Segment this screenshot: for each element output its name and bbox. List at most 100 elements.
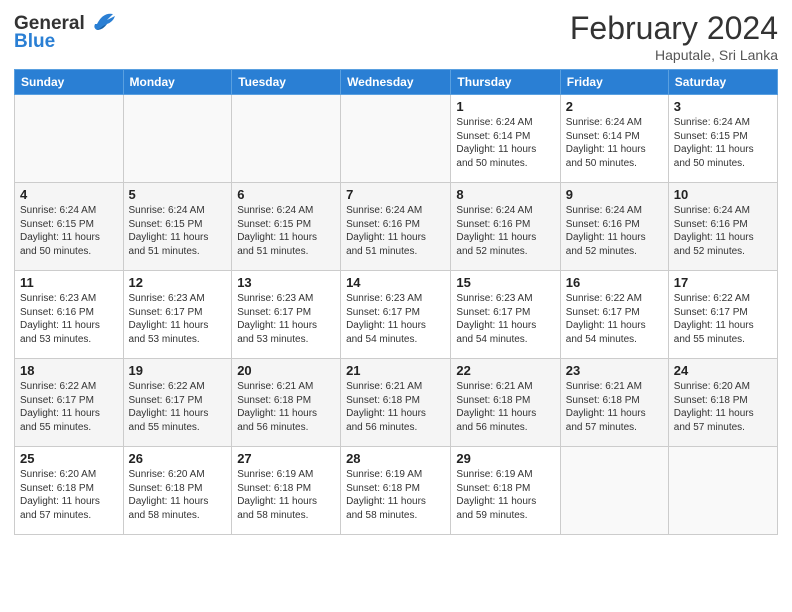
day-number: 16 xyxy=(566,275,663,290)
day-number: 24 xyxy=(674,363,772,378)
day-info: Sunrise: 6:22 AM Sunset: 6:17 PM Dayligh… xyxy=(566,292,663,346)
calendar-cell: 26 Sunrise: 6:20 AM Sunset: 6:18 PM Dayli… xyxy=(123,447,232,535)
calendar-week-row: 25 Sunrise: 6:20 AM Sunset: 6:18 PM Dayli… xyxy=(15,447,778,535)
day-number: 20 xyxy=(237,363,335,378)
column-header-friday: Friday xyxy=(560,70,668,95)
day-number: 12 xyxy=(129,275,227,290)
day-info: Sunrise: 6:23 AM Sunset: 6:17 PM Dayligh… xyxy=(346,292,445,346)
calendar-cell xyxy=(341,95,451,183)
day-info: Sunrise: 6:23 AM Sunset: 6:17 PM Dayligh… xyxy=(129,292,227,346)
page: General Blue February 2024 Haputale, Sri… xyxy=(0,0,792,612)
column-header-thursday: Thursday xyxy=(451,70,560,95)
day-info: Sunrise: 6:24 AM Sunset: 6:16 PM Dayligh… xyxy=(456,204,554,258)
day-number: 5 xyxy=(129,187,227,202)
calendar-cell: 5 Sunrise: 6:24 AM Sunset: 6:15 PM Daylig… xyxy=(123,183,232,271)
calendar-cell: 18 Sunrise: 6:22 AM Sunset: 6:17 PM Dayli… xyxy=(15,359,124,447)
day-number: 23 xyxy=(566,363,663,378)
day-info: Sunrise: 6:24 AM Sunset: 6:15 PM Dayligh… xyxy=(237,204,335,258)
day-info: Sunrise: 6:24 AM Sunset: 6:15 PM Dayligh… xyxy=(129,204,227,258)
day-number: 3 xyxy=(674,99,772,114)
calendar-cell: 10Sunrise: 6:24 AM Sunset: 6:16 PM Dayli… xyxy=(668,183,777,271)
calendar-cell: 3 Sunrise: 6:24 AM Sunset: 6:15 PM Daylig… xyxy=(668,95,777,183)
day-number: 6 xyxy=(237,187,335,202)
day-number: 14 xyxy=(346,275,445,290)
location: Haputale, Sri Lanka xyxy=(570,47,778,63)
logo: General Blue xyxy=(14,10,117,53)
calendar-cell: 9 Sunrise: 6:24 AM Sunset: 6:16 PM Daylig… xyxy=(560,183,668,271)
calendar-cell: 29Sunrise: 6:19 AM Sunset: 6:18 PM Dayli… xyxy=(451,447,560,535)
day-info: Sunrise: 6:24 AM Sunset: 6:16 PM Dayligh… xyxy=(566,204,663,258)
calendar-cell: 4Sunrise: 6:24 AM Sunset: 6:15 PM Daylig… xyxy=(15,183,124,271)
calendar-cell: 14 Sunrise: 6:23 AM Sunset: 6:17 PM Dayli… xyxy=(341,271,451,359)
day-number: 15 xyxy=(456,275,554,290)
calendar-cell: 2Sunrise: 6:24 AM Sunset: 6:14 PM Daylig… xyxy=(560,95,668,183)
day-number: 29 xyxy=(456,451,554,466)
logo-bird-icon xyxy=(89,10,117,37)
calendar-cell: 22Sunrise: 6:21 AM Sunset: 6:18 PM Dayli… xyxy=(451,359,560,447)
calendar-week-row: 11Sunrise: 6:23 AM Sunset: 6:16 PM Dayli… xyxy=(15,271,778,359)
day-number: 9 xyxy=(566,187,663,202)
day-info: Sunrise: 6:22 AM Sunset: 6:17 PM Dayligh… xyxy=(129,380,227,434)
day-info: Sunrise: 6:19 AM Sunset: 6:18 PM Dayligh… xyxy=(346,468,445,522)
calendar-cell: 7 Sunrise: 6:24 AM Sunset: 6:16 PM Daylig… xyxy=(341,183,451,271)
day-info: Sunrise: 6:24 AM Sunset: 6:14 PM Dayligh… xyxy=(566,116,663,170)
title-area: February 2024 Haputale, Sri Lanka xyxy=(570,10,778,63)
day-number: 17 xyxy=(674,275,772,290)
day-info: Sunrise: 6:20 AM Sunset: 6:18 PM Dayligh… xyxy=(20,468,118,522)
calendar-cell: 21 Sunrise: 6:21 AM Sunset: 6:18 PM Dayli… xyxy=(341,359,451,447)
column-header-tuesday: Tuesday xyxy=(232,70,341,95)
calendar-cell: 6 Sunrise: 6:24 AM Sunset: 6:15 PM Daylig… xyxy=(232,183,341,271)
calendar-cell: 19 Sunrise: 6:22 AM Sunset: 6:17 PM Dayli… xyxy=(123,359,232,447)
calendar-week-row: 4Sunrise: 6:24 AM Sunset: 6:15 PM Daylig… xyxy=(15,183,778,271)
day-number: 1 xyxy=(456,99,554,114)
day-number: 13 xyxy=(237,275,335,290)
calendar-week-row: 1 Sunrise: 6:24 AM Sunset: 6:14 PM Daylig… xyxy=(15,95,778,183)
calendar-cell: 20Sunrise: 6:21 AM Sunset: 6:18 PM Dayli… xyxy=(232,359,341,447)
logo-blue-text: Blue xyxy=(14,31,55,53)
header: General Blue February 2024 Haputale, Sri… xyxy=(14,10,778,63)
column-header-wednesday: Wednesday xyxy=(341,70,451,95)
calendar-cell xyxy=(123,95,232,183)
day-info: Sunrise: 6:20 AM Sunset: 6:18 PM Dayligh… xyxy=(129,468,227,522)
month-title: February 2024 xyxy=(570,10,778,47)
day-number: 10 xyxy=(674,187,772,202)
day-number: 19 xyxy=(129,363,227,378)
day-number: 11 xyxy=(20,275,118,290)
day-number: 25 xyxy=(20,451,118,466)
calendar-cell: 23Sunrise: 6:21 AM Sunset: 6:18 PM Dayli… xyxy=(560,359,668,447)
day-info: Sunrise: 6:24 AM Sunset: 6:15 PM Dayligh… xyxy=(674,116,772,170)
calendar-cell xyxy=(232,95,341,183)
day-number: 21 xyxy=(346,363,445,378)
column-header-sunday: Sunday xyxy=(15,70,124,95)
calendar-cell: 27 Sunrise: 6:19 AM Sunset: 6:18 PM Dayli… xyxy=(232,447,341,535)
day-info: Sunrise: 6:21 AM Sunset: 6:18 PM Dayligh… xyxy=(346,380,445,434)
day-number: 22 xyxy=(456,363,554,378)
calendar-cell: 25 Sunrise: 6:20 AM Sunset: 6:18 PM Dayli… xyxy=(15,447,124,535)
day-number: 27 xyxy=(237,451,335,466)
day-info: Sunrise: 6:24 AM Sunset: 6:14 PM Dayligh… xyxy=(456,116,554,170)
calendar-cell xyxy=(15,95,124,183)
day-number: 7 xyxy=(346,187,445,202)
calendar-cell: 17 Sunrise: 6:22 AM Sunset: 6:17 PM Dayli… xyxy=(668,271,777,359)
day-number: 28 xyxy=(346,451,445,466)
day-number: 8 xyxy=(456,187,554,202)
day-info: Sunrise: 6:20 AM Sunset: 6:18 PM Dayligh… xyxy=(674,380,772,434)
day-info: Sunrise: 6:22 AM Sunset: 6:17 PM Dayligh… xyxy=(674,292,772,346)
calendar-cell: 8 Sunrise: 6:24 AM Sunset: 6:16 PM Daylig… xyxy=(451,183,560,271)
calendar-cell: 28 Sunrise: 6:19 AM Sunset: 6:18 PM Dayli… xyxy=(341,447,451,535)
calendar-table: SundayMondayTuesdayWednesdayThursdayFrid… xyxy=(14,69,778,535)
day-info: Sunrise: 6:24 AM Sunset: 6:15 PM Dayligh… xyxy=(20,204,118,258)
calendar-cell: 16 Sunrise: 6:22 AM Sunset: 6:17 PM Dayli… xyxy=(560,271,668,359)
day-number: 26 xyxy=(129,451,227,466)
calendar-cell: 11Sunrise: 6:23 AM Sunset: 6:16 PM Dayli… xyxy=(15,271,124,359)
day-number: 18 xyxy=(20,363,118,378)
day-info: Sunrise: 6:22 AM Sunset: 6:17 PM Dayligh… xyxy=(20,380,118,434)
calendar-cell: 1 Sunrise: 6:24 AM Sunset: 6:14 PM Daylig… xyxy=(451,95,560,183)
day-info: Sunrise: 6:24 AM Sunset: 6:16 PM Dayligh… xyxy=(346,204,445,258)
calendar-cell: 12 Sunrise: 6:23 AM Sunset: 6:17 PM Dayli… xyxy=(123,271,232,359)
calendar-cell: 13Sunrise: 6:23 AM Sunset: 6:17 PM Dayli… xyxy=(232,271,341,359)
calendar-cell xyxy=(668,447,777,535)
day-info: Sunrise: 6:19 AM Sunset: 6:18 PM Dayligh… xyxy=(237,468,335,522)
calendar-cell xyxy=(560,447,668,535)
calendar-header-row: SundayMondayTuesdayWednesdayThursdayFrid… xyxy=(15,70,778,95)
